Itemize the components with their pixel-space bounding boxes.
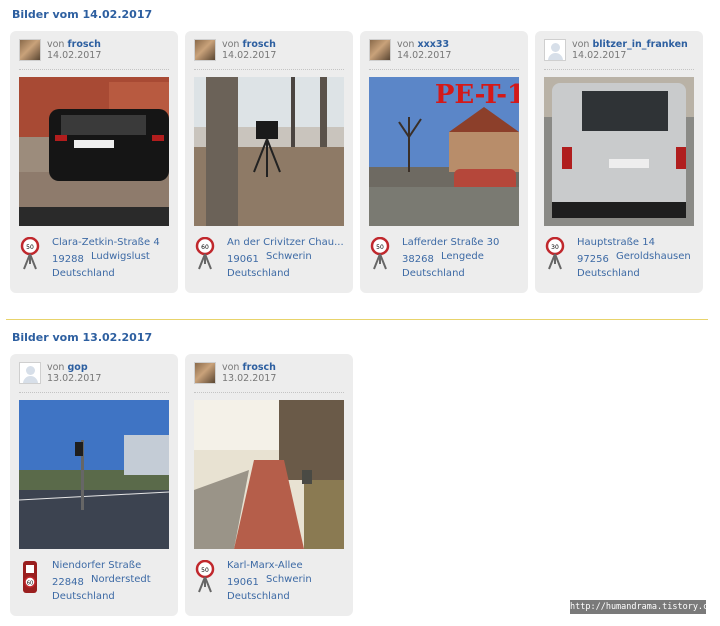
upload-date: 14.02.2017 xyxy=(397,50,452,61)
upload-date: 13.02.2017 xyxy=(222,373,277,384)
card-separator xyxy=(194,392,344,393)
svg-text:50: 50 xyxy=(376,244,384,251)
country-link[interactable]: Deutschland xyxy=(52,268,115,279)
user-avatar[interactable] xyxy=(194,39,216,61)
street-link[interactable]: Niendorfer Straße xyxy=(52,560,174,571)
by-prefix: von xyxy=(222,362,240,373)
country-link[interactable]: Deutschland xyxy=(227,268,290,279)
street-link[interactable]: Clara-Zetkin-Straße 4 xyxy=(52,237,174,248)
city-link[interactable]: Schwerin xyxy=(266,574,312,585)
user-avatar[interactable] xyxy=(544,39,566,61)
card-separator xyxy=(369,69,519,70)
country-link[interactable]: Deutschland xyxy=(577,268,640,279)
zip-code: 38268 xyxy=(402,254,434,265)
photo-card[interactable]: von xxx33 14.02.2017 PE-T-18 50 Lafferde… xyxy=(360,31,528,293)
street-link[interactable]: Lafferder Straße 30 xyxy=(402,237,524,248)
by-prefix: von xyxy=(572,39,590,50)
svg-text:30: 30 xyxy=(551,244,559,251)
card-separator xyxy=(19,392,169,393)
upload-date: 14.02.2017 xyxy=(572,50,627,61)
user-link[interactable]: gop xyxy=(68,362,88,373)
user-link[interactable]: frosch xyxy=(243,39,276,50)
svg-text:50: 50 xyxy=(201,567,209,574)
photo-card[interactable]: von frosch 13.02.2017 50 Karl-Marx-Allee… xyxy=(185,354,353,616)
section-title-13-02: Bilder vom 13.02.2017 xyxy=(12,331,153,344)
photo-caption-overlay: PE-T-18 xyxy=(435,80,519,110)
street-link[interactable]: An der Crivitzer Chau... xyxy=(227,237,349,248)
speed-camera-photo[interactable] xyxy=(19,400,169,549)
photo-card[interactable]: von frosch 14.02.2017 50 Clara-Zetkin-St… xyxy=(10,31,178,293)
city-link[interactable]: Lengede xyxy=(441,251,484,262)
zip-code: 97256 xyxy=(577,254,609,265)
card-separator xyxy=(544,69,694,70)
speed-camera-icon: 60 xyxy=(195,237,215,270)
section-title-14-02: Bilder vom 14.02.2017 xyxy=(12,8,153,21)
user-link[interactable]: blitzer_in_franken xyxy=(593,39,688,50)
country-link[interactable]: Deutschland xyxy=(227,591,290,602)
photo-card[interactable]: von gop 13.02.2017 60 Niendorfer Straße … xyxy=(10,354,178,616)
svg-text:50: 50 xyxy=(26,244,34,251)
speed-camera-icon: 50 xyxy=(20,237,40,270)
photo-card[interactable]: von blitzer_in_franken 14.02.2017 30 Hau… xyxy=(535,31,703,293)
svg-text:60: 60 xyxy=(27,581,33,587)
user-avatar[interactable] xyxy=(369,39,391,61)
speed-camera-photo[interactable] xyxy=(194,77,344,226)
city-link[interactable]: Norderstedt xyxy=(91,574,151,585)
city-link[interactable]: Geroldshausen xyxy=(616,251,691,262)
upload-date: 14.02.2017 xyxy=(47,50,102,61)
speed-camera-icon: 50 xyxy=(370,237,390,270)
user-avatar[interactable] xyxy=(19,39,41,61)
speed-camera-photo[interactable] xyxy=(19,77,169,226)
user-avatar[interactable] xyxy=(194,362,216,384)
user-link[interactable]: frosch xyxy=(68,39,101,50)
section-divider xyxy=(6,319,708,320)
city-link[interactable]: Schwerin xyxy=(266,251,312,262)
speed-camera-photo[interactable]: PE-T-18 xyxy=(369,77,519,226)
svg-text:60: 60 xyxy=(201,244,209,251)
speed-camera-photo[interactable] xyxy=(194,400,344,549)
upload-date: 13.02.2017 xyxy=(47,373,102,384)
user-link[interactable]: frosch xyxy=(243,362,276,373)
user-avatar[interactable] xyxy=(19,362,41,384)
street-link[interactable]: Karl-Marx-Allee xyxy=(227,560,349,571)
zip-code: 19061 xyxy=(227,254,259,265)
country-link[interactable]: Deutschland xyxy=(52,591,115,602)
speed-camera-icon: 60 xyxy=(23,561,37,593)
site-watermark: http://humandrama.tistory.com xyxy=(570,600,719,614)
by-prefix: von xyxy=(397,39,415,50)
speed-camera-icon: 50 xyxy=(195,560,215,593)
zip-code: 19061 xyxy=(227,577,259,588)
country-link[interactable]: Deutschland xyxy=(402,268,465,279)
card-separator xyxy=(194,69,344,70)
city-link[interactable]: Ludwigslust xyxy=(91,251,150,262)
by-prefix: von xyxy=(47,39,65,50)
street-link[interactable]: Hauptstraße 14 xyxy=(577,237,699,248)
card-separator xyxy=(19,69,169,70)
speed-camera-photo[interactable] xyxy=(544,77,694,226)
by-prefix: von xyxy=(222,39,240,50)
upload-date: 14.02.2017 xyxy=(222,50,277,61)
by-prefix: von xyxy=(47,362,65,373)
zip-code: 19288 xyxy=(52,254,84,265)
photo-card[interactable]: von frosch 14.02.2017 60 An der Crivitze… xyxy=(185,31,353,293)
speed-camera-icon: 30 xyxy=(545,237,565,270)
user-link[interactable]: xxx33 xyxy=(418,39,450,50)
zip-code: 22848 xyxy=(52,577,84,588)
